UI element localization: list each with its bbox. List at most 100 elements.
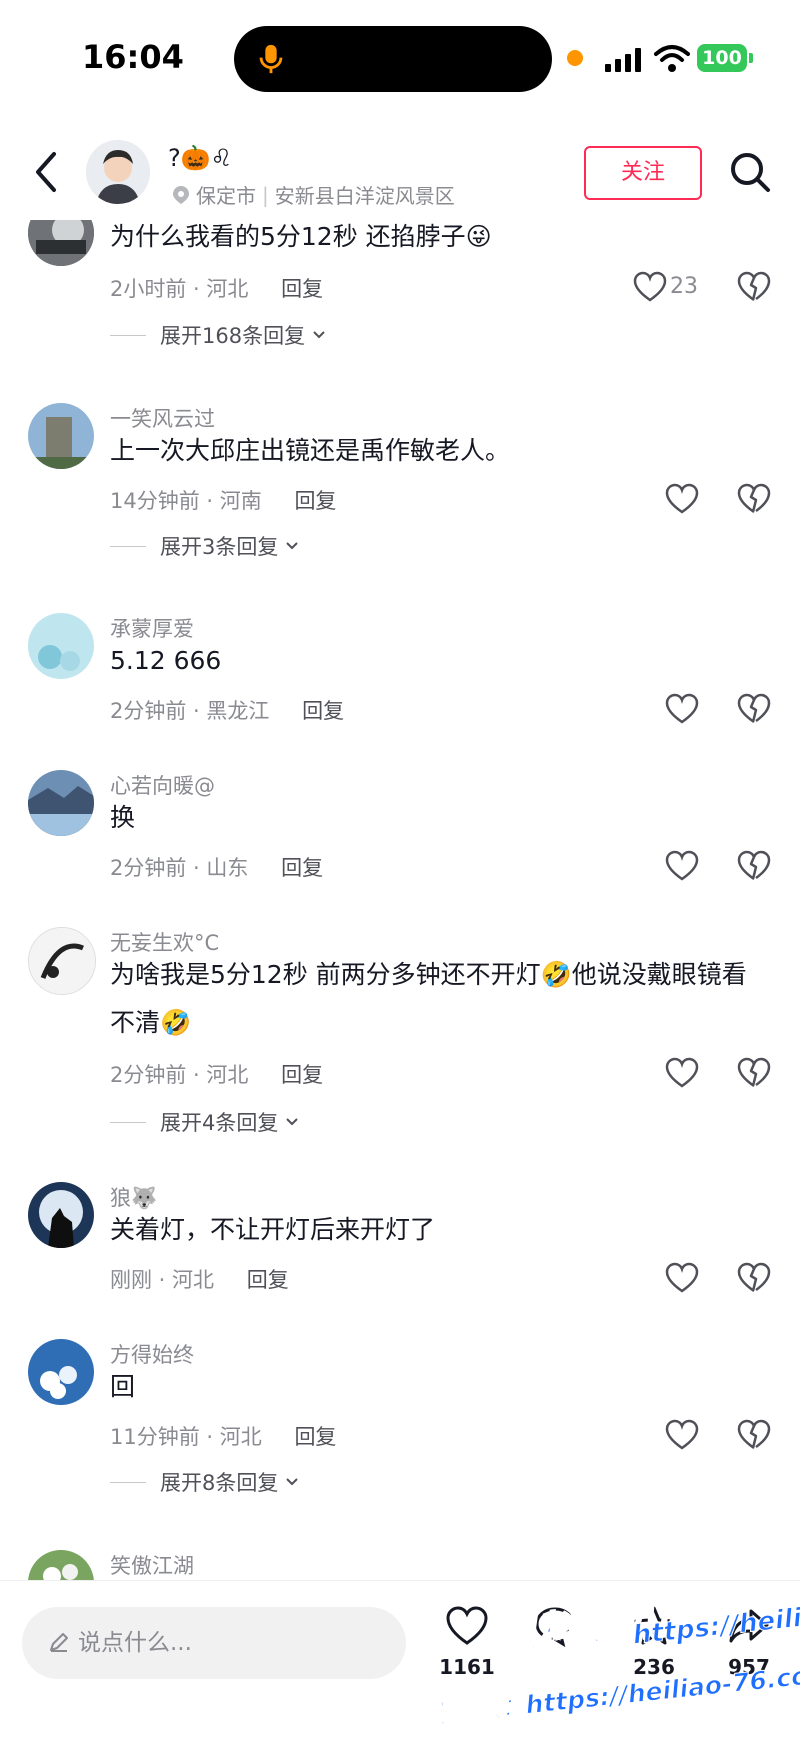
comment-time-location: 刚刚 · 河北 (110, 1268, 215, 1292)
expand-divider (110, 1481, 146, 1483)
reply-button[interactable]: 回复 (247, 1268, 289, 1292)
expand-replies[interactable]: 展开3条回复 (110, 531, 300, 561)
expand-replies[interactable]: 展开168条回复 (110, 320, 327, 350)
comment-meta: 2分钟前 · 山东 回复 (110, 852, 323, 882)
heart-icon[interactable] (665, 850, 699, 882)
broken-heart-icon[interactable] (737, 483, 771, 515)
comment-text: 为什么我看的5分12秒 还掐脖子😜 (110, 222, 492, 251)
comment-avatar[interactable] (28, 1550, 94, 1580)
avatar-image (86, 140, 150, 204)
comment-avatar[interactable] (28, 1339, 94, 1405)
comment-meta: 11分钟前 · 河北 回复 (110, 1421, 336, 1451)
comment-meta: 2分钟前 · 黑龙江 回复 (110, 695, 344, 725)
chevron-down-icon (313, 331, 325, 339)
comment-meta: 刚刚 · 河北 回复 (110, 1264, 289, 1294)
comment-item: 承蒙厚爱 5.12 666 2分钟前 · 黑龙江 回复 (0, 613, 800, 725)
expand-divider (110, 334, 146, 336)
comment-username[interactable]: 笑傲江湖 (110, 1550, 194, 1580)
comment-item: 狼🐺 关着灯，不让开灯后来开灯了 刚刚 · 河北 回复 (0, 1182, 800, 1294)
avatar-image (28, 770, 94, 836)
like-total: 1161 (439, 1655, 495, 1679)
reply-button[interactable]: 回复 (294, 1425, 336, 1449)
broken-heart-icon[interactable] (737, 1262, 771, 1294)
heart-icon[interactable] (633, 271, 667, 303)
broken-heart-icon[interactable] (737, 1419, 771, 1451)
heart-icon[interactable] (665, 1419, 699, 1451)
reply-button[interactable]: 回复 (281, 856, 323, 880)
like-button[interactable]: 1161 (432, 1605, 502, 1679)
back-arrow-icon[interactable] (30, 150, 64, 194)
avatar-image (28, 403, 94, 469)
location-place: 安新县白洋淀风景区 (274, 184, 455, 208)
comment-input-placeholder: 说点什么... (78, 1630, 192, 1656)
comment-avatar[interactable] (28, 403, 94, 469)
comment-item: 笑傲江湖 (0, 1550, 800, 1580)
pencil-icon (50, 1633, 68, 1652)
comment-item: 一笑风云过 上一次大邱庄出镜还是禹作敏老人。 14分钟前 · 河南 回复 展开3… (0, 403, 800, 559)
header-location[interactable]: 保定市 | 安新县白洋淀风景区 (172, 180, 455, 209)
header-avatar[interactable] (86, 140, 150, 204)
avatar-image (28, 1182, 94, 1248)
comment-list[interactable]: 为什么我看的5分12秒 还掐脖子😜 2小时前 · 河北 回复 23 展开168条… (0, 220, 800, 1580)
reply-button[interactable]: 回复 (294, 489, 336, 513)
expand-replies-label: 展开168条回复 (160, 324, 306, 348)
broken-heart-icon[interactable] (737, 1057, 771, 1089)
cellular-signal-icon (605, 48, 641, 72)
profile-header: ?🎃♌ 保定市 | 安新县白洋淀风景区 关注 (0, 130, 800, 220)
heart-icon[interactable] (665, 1262, 699, 1294)
expand-replies[interactable]: 展开8条回复 (110, 1467, 300, 1497)
comment-text: 关着灯，不让开灯后来开灯了 (110, 1215, 436, 1244)
reply-button[interactable]: 回复 (302, 699, 344, 723)
heart-icon[interactable] (665, 483, 699, 515)
comment-time-location: 11分钟前 · 河北 (110, 1425, 262, 1449)
comment-time-location: 2分钟前 · 河北 (110, 1063, 249, 1087)
expand-replies[interactable]: 展开4条回复 (110, 1107, 300, 1137)
comment-text: 回 (110, 1372, 136, 1401)
like-count: 23 (670, 274, 698, 299)
comment-avatar[interactable] (28, 220, 94, 266)
comment-avatar[interactable] (28, 770, 94, 836)
broken-heart-icon[interactable] (737, 850, 771, 882)
comment-time-location: 14分钟前 · 河南 (110, 489, 262, 513)
battery-tip (749, 53, 753, 63)
chevron-down-icon (286, 1118, 299, 1126)
chevron-down-icon (286, 1478, 299, 1486)
avatar-image (28, 220, 94, 266)
comment-item: 心若向暖@ 换 2分钟前 · 山东 回复 (0, 770, 800, 882)
status-bar: 16:04 100 (0, 0, 800, 110)
comment-time-location: 2分钟前 · 黑龙江 (110, 699, 270, 723)
search-icon[interactable] (728, 150, 772, 194)
comment-text: 为啥我是5分12秒 前两分多钟还不开灯🤣他说没戴眼镜看不清🤣 (110, 960, 747, 1037)
heart-icon[interactable] (665, 693, 699, 725)
heart-icon[interactable] (665, 1057, 699, 1089)
battery-indicator: 100 (697, 44, 747, 72)
comment-text: 换 (110, 803, 136, 832)
comment-item: 方得始终 回 11分钟前 · 河北 回复 展开8条回复 (0, 1339, 800, 1495)
comment-input[interactable]: 说点什么... (22, 1607, 406, 1679)
expand-replies-label: 展开3条回复 (160, 535, 279, 559)
comment-meta: 2小时前 · 河北 回复 (110, 273, 323, 303)
location-city: 保定市 (196, 184, 256, 208)
broken-heart-icon[interactable] (737, 271, 771, 303)
microphone-icon (259, 44, 283, 74)
expand-replies-label: 展开8条回复 (160, 1471, 279, 1495)
comment-item: 无妄生欢°C 为啥我是5分12秒 前两分多钟还不开灯🤣他说没戴眼镜看不清🤣 2分… (0, 927, 800, 1135)
comment-avatar[interactable] (28, 613, 94, 679)
reply-button[interactable]: 回复 (281, 277, 323, 301)
comment-meta: 2分钟前 · 河北 回复 (110, 1059, 323, 1089)
avatar-image (28, 1339, 94, 1405)
follow-button[interactable]: 关注 (584, 146, 702, 200)
avatar-image (28, 613, 94, 679)
location-separator: | (262, 182, 269, 207)
expand-divider (110, 545, 146, 547)
comment-text: 5.12 666 (110, 646, 222, 675)
comment-time-location: 2分钟前 · 山东 (110, 856, 249, 880)
expand-replies-label: 展开4条回复 (160, 1111, 279, 1135)
broken-heart-icon[interactable] (737, 693, 771, 725)
comment-avatar[interactable] (28, 1182, 94, 1248)
header-user-name[interactable]: ?🎃♌ (168, 144, 232, 172)
comment-avatar[interactable] (28, 927, 96, 995)
comment-time-location: 2小时前 · 河北 (110, 277, 249, 301)
wifi-icon (654, 45, 690, 72)
reply-button[interactable]: 回复 (281, 1063, 323, 1087)
